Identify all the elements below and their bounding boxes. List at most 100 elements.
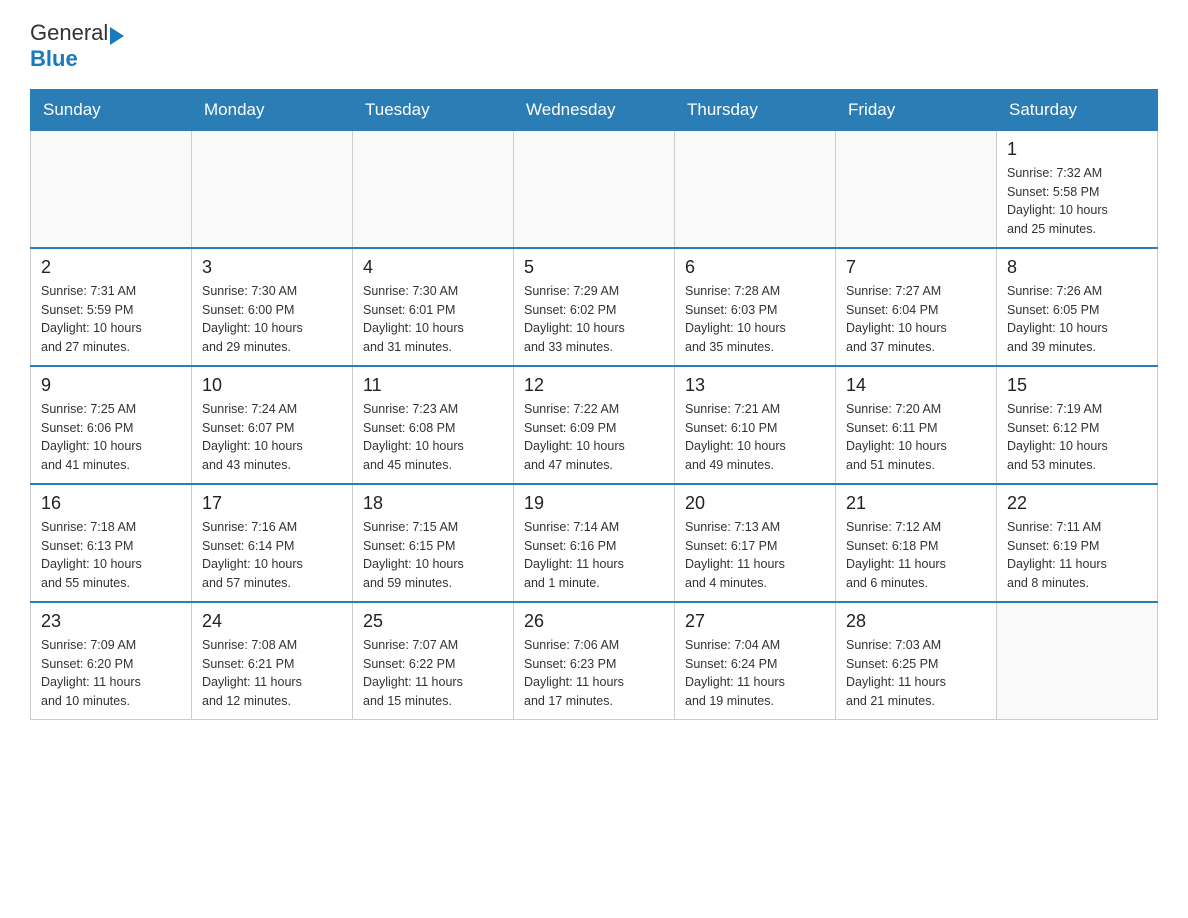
- calendar-cell: 7 Sunrise: 7:27 AM Sunset: 6:04 PM Daylig…: [836, 248, 997, 366]
- calendar-cell: [997, 602, 1158, 720]
- logo: General Blue: [30, 20, 124, 73]
- day-number: 22: [1007, 493, 1147, 514]
- logo-blue-text: Blue: [30, 46, 124, 72]
- day-info: Sunrise: 7:21 AM Sunset: 6:10 PM Dayligh…: [685, 400, 825, 475]
- calendar-cell: 11 Sunrise: 7:23 AM Sunset: 6:08 PM Dayli…: [353, 366, 514, 484]
- calendar-cell: 6 Sunrise: 7:28 AM Sunset: 6:03 PM Daylig…: [675, 248, 836, 366]
- calendar-cell: [31, 130, 192, 248]
- column-header-saturday: Saturday: [997, 89, 1158, 130]
- column-header-tuesday: Tuesday: [353, 89, 514, 130]
- calendar-cell: 19Sunrise: 7:14 AM Sunset: 6:16 PM Dayli…: [514, 484, 675, 602]
- day-number: 5: [524, 257, 664, 278]
- calendar-cell: 18Sunrise: 7:15 AM Sunset: 6:15 PM Dayli…: [353, 484, 514, 602]
- calendar-cell: [353, 130, 514, 248]
- day-info: Sunrise: 7:26 AM Sunset: 6:05 PM Dayligh…: [1007, 282, 1147, 357]
- day-number: 16: [41, 493, 181, 514]
- day-info: Sunrise: 7:18 AM Sunset: 6:13 PM Dayligh…: [41, 518, 181, 593]
- day-info: Sunrise: 7:20 AM Sunset: 6:11 PM Dayligh…: [846, 400, 986, 475]
- calendar-cell: 25 Sunrise: 7:07 AM Sunset: 6:22 PM Dayli…: [353, 602, 514, 720]
- calendar-cell: [514, 130, 675, 248]
- day-number: 27: [685, 611, 825, 632]
- day-number: 4: [363, 257, 503, 278]
- column-header-friday: Friday: [836, 89, 997, 130]
- day-number: 12: [524, 375, 664, 396]
- calendar-cell: [836, 130, 997, 248]
- calendar-cell: 2 Sunrise: 7:31 AM Sunset: 5:59 PM Daylig…: [31, 248, 192, 366]
- day-info: Sunrise: 7:30 AM Sunset: 6:01 PM Dayligh…: [363, 282, 503, 357]
- day-info: Sunrise: 7:04 AM Sunset: 6:24 PM Dayligh…: [685, 636, 825, 711]
- column-header-thursday: Thursday: [675, 89, 836, 130]
- logo-line1: General: [30, 20, 124, 46]
- day-number: 7: [846, 257, 986, 278]
- calendar-cell: 14 Sunrise: 7:20 AM Sunset: 6:11 PM Dayli…: [836, 366, 997, 484]
- day-info: Sunrise: 7:09 AM Sunset: 6:20 PM Dayligh…: [41, 636, 181, 711]
- day-number: 9: [41, 375, 181, 396]
- calendar-table: SundayMondayTuesdayWednesdayThursdayFrid…: [30, 89, 1158, 720]
- day-number: 11: [363, 375, 503, 396]
- day-number: 2: [41, 257, 181, 278]
- calendar-cell: 17 Sunrise: 7:16 AM Sunset: 6:14 PM Dayli…: [192, 484, 353, 602]
- calendar-cell: 3 Sunrise: 7:30 AM Sunset: 6:00 PM Daylig…: [192, 248, 353, 366]
- calendar-week-row: 2 Sunrise: 7:31 AM Sunset: 5:59 PM Daylig…: [31, 248, 1158, 366]
- day-info: Sunrise: 7:19 AM Sunset: 6:12 PM Dayligh…: [1007, 400, 1147, 475]
- day-number: 3: [202, 257, 342, 278]
- calendar-week-row: 16 Sunrise: 7:18 AM Sunset: 6:13 PM Dayli…: [31, 484, 1158, 602]
- day-info: Sunrise: 7:16 AM Sunset: 6:14 PM Dayligh…: [202, 518, 342, 593]
- day-number: 13: [685, 375, 825, 396]
- calendar-cell: 9 Sunrise: 7:25 AM Sunset: 6:06 PM Daylig…: [31, 366, 192, 484]
- calendar-cell: 4 Sunrise: 7:30 AM Sunset: 6:01 PM Daylig…: [353, 248, 514, 366]
- calendar-cell: 12 Sunrise: 7:22 AM Sunset: 6:09 PM Dayli…: [514, 366, 675, 484]
- calendar-cell: 21 Sunrise: 7:12 AM Sunset: 6:18 PM Dayli…: [836, 484, 997, 602]
- day-info: Sunrise: 7:29 AM Sunset: 6:02 PM Dayligh…: [524, 282, 664, 357]
- calendar-cell: [675, 130, 836, 248]
- day-info: Sunrise: 7:24 AM Sunset: 6:07 PM Dayligh…: [202, 400, 342, 475]
- day-info: Sunrise: 7:30 AM Sunset: 6:00 PM Dayligh…: [202, 282, 342, 357]
- day-info: Sunrise: 7:31 AM Sunset: 5:59 PM Dayligh…: [41, 282, 181, 357]
- day-info: Sunrise: 7:07 AM Sunset: 6:22 PM Dayligh…: [363, 636, 503, 711]
- day-number: 14: [846, 375, 986, 396]
- day-number: 10: [202, 375, 342, 396]
- calendar-cell: 22 Sunrise: 7:11 AM Sunset: 6:19 PM Dayli…: [997, 484, 1158, 602]
- day-info: Sunrise: 7:08 AM Sunset: 6:21 PM Dayligh…: [202, 636, 342, 711]
- day-info: Sunrise: 7:23 AM Sunset: 6:08 PM Dayligh…: [363, 400, 503, 475]
- day-info: Sunrise: 7:32 AM Sunset: 5:58 PM Dayligh…: [1007, 164, 1147, 239]
- day-info: Sunrise: 7:25 AM Sunset: 6:06 PM Dayligh…: [41, 400, 181, 475]
- day-info: Sunrise: 7:27 AM Sunset: 6:04 PM Dayligh…: [846, 282, 986, 357]
- calendar-cell: 20 Sunrise: 7:13 AM Sunset: 6:17 PM Dayli…: [675, 484, 836, 602]
- day-number: 17: [202, 493, 342, 514]
- day-info: Sunrise: 7:15 AM Sunset: 6:15 PM Dayligh…: [363, 518, 503, 593]
- day-number: 15: [1007, 375, 1147, 396]
- logo-arrow-icon: [110, 27, 124, 45]
- calendar-cell: 5 Sunrise: 7:29 AM Sunset: 6:02 PM Daylig…: [514, 248, 675, 366]
- day-number: 6: [685, 257, 825, 278]
- day-info: Sunrise: 7:12 AM Sunset: 6:18 PM Dayligh…: [846, 518, 986, 593]
- calendar-cell: [192, 130, 353, 248]
- day-number: 20: [685, 493, 825, 514]
- day-number: 24: [202, 611, 342, 632]
- day-info: Sunrise: 7:11 AM Sunset: 6:19 PM Dayligh…: [1007, 518, 1147, 593]
- calendar-cell: 15 Sunrise: 7:19 AM Sunset: 6:12 PM Dayli…: [997, 366, 1158, 484]
- day-number: 19: [524, 493, 664, 514]
- calendar-cell: 13 Sunrise: 7:21 AM Sunset: 6:10 PM Dayli…: [675, 366, 836, 484]
- calendar-cell: 1Sunrise: 7:32 AM Sunset: 5:58 PM Daylig…: [997, 130, 1158, 248]
- calendar-cell: 27 Sunrise: 7:04 AM Sunset: 6:24 PM Dayli…: [675, 602, 836, 720]
- calendar-cell: 8Sunrise: 7:26 AM Sunset: 6:05 PM Daylig…: [997, 248, 1158, 366]
- day-info: Sunrise: 7:22 AM Sunset: 6:09 PM Dayligh…: [524, 400, 664, 475]
- calendar-week-row: 23 Sunrise: 7:09 AM Sunset: 6:20 PM Dayli…: [31, 602, 1158, 720]
- calendar-cell: 28Sunrise: 7:03 AM Sunset: 6:25 PM Dayli…: [836, 602, 997, 720]
- day-info: Sunrise: 7:03 AM Sunset: 6:25 PM Dayligh…: [846, 636, 986, 711]
- calendar-cell: 10 Sunrise: 7:24 AM Sunset: 6:07 PM Dayli…: [192, 366, 353, 484]
- day-info: Sunrise: 7:28 AM Sunset: 6:03 PM Dayligh…: [685, 282, 825, 357]
- day-number: 23: [41, 611, 181, 632]
- calendar-week-row: 9 Sunrise: 7:25 AM Sunset: 6:06 PM Daylig…: [31, 366, 1158, 484]
- column-header-sunday: Sunday: [31, 89, 192, 130]
- day-number: 26: [524, 611, 664, 632]
- calendar-header-row: SundayMondayTuesdayWednesdayThursdayFrid…: [31, 89, 1158, 130]
- calendar-week-row: 1Sunrise: 7:32 AM Sunset: 5:58 PM Daylig…: [31, 130, 1158, 248]
- calendar-cell: 26Sunrise: 7:06 AM Sunset: 6:23 PM Dayli…: [514, 602, 675, 720]
- calendar-cell: 24 Sunrise: 7:08 AM Sunset: 6:21 PM Dayli…: [192, 602, 353, 720]
- day-number: 25: [363, 611, 503, 632]
- day-number: 21: [846, 493, 986, 514]
- day-info: Sunrise: 7:13 AM Sunset: 6:17 PM Dayligh…: [685, 518, 825, 593]
- page-header: General Blue: [30, 20, 1158, 73]
